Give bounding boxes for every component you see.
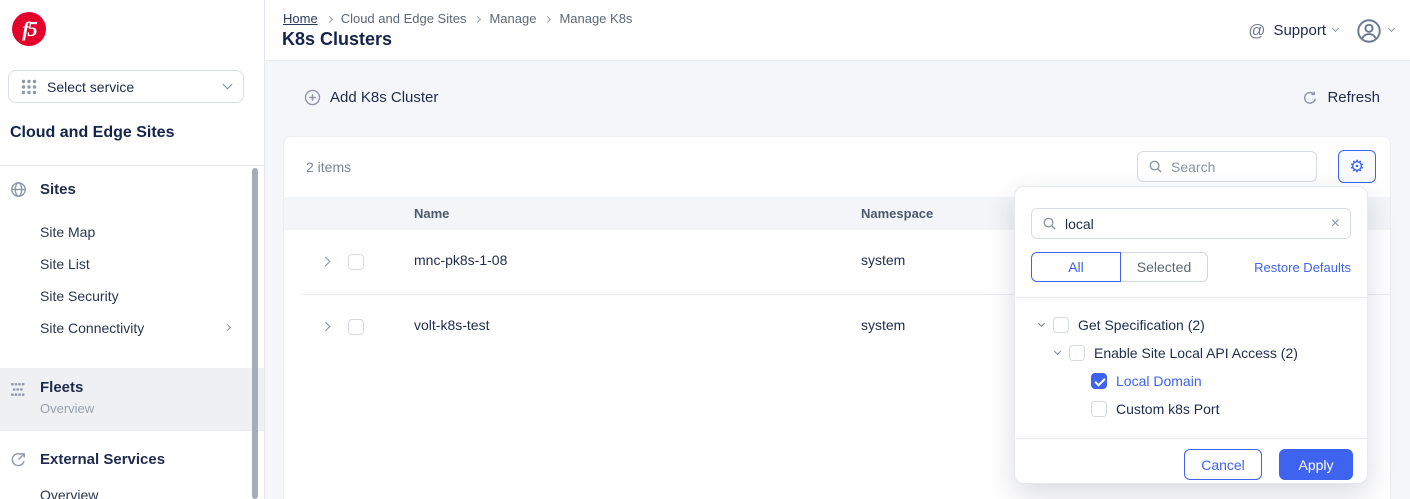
tree-checkbox[interactable]: [1053, 317, 1069, 333]
refresh-button[interactable]: Refresh: [1302, 89, 1380, 106]
divider: [0, 430, 264, 431]
apply-button[interactable]: Apply: [1279, 449, 1353, 480]
sidebar-item-site-list[interactable]: Site List: [40, 256, 90, 272]
cancel-button[interactable]: Cancel: [1184, 449, 1262, 480]
cell-namespace: system: [861, 317, 906, 333]
tree-checkbox-checked[interactable]: [1091, 373, 1107, 389]
row-checkbox[interactable]: [348, 319, 364, 335]
sidebar-scrollbar[interactable]: [252, 168, 258, 499]
chevron-right-icon: [223, 323, 232, 332]
add-k8s-cluster-button[interactable]: Add K8s Cluster: [304, 89, 438, 106]
divider: [1015, 438, 1367, 439]
external-services-icon: [11, 453, 25, 467]
sidebar-item-label: Overview: [40, 487, 99, 499]
tree-checkbox[interactable]: [1091, 401, 1107, 417]
globe-icon: [11, 182, 26, 197]
tree-item-label: Get Specification (2): [1078, 317, 1205, 333]
chevron-down-icon[interactable]: [1331, 24, 1340, 33]
sidebar-section-external-services[interactable]: External Services: [0, 451, 264, 468]
breadcrumb-separator-icon: [474, 15, 482, 23]
sidebar-section-label: Sites: [40, 181, 76, 198]
tree-item-label: Enable Site Local API Access (2): [1094, 345, 1298, 361]
breadcrumb-separator-icon: [325, 15, 333, 23]
breadcrumb: Home Cloud and Edge Sites Manage Manage …: [283, 11, 632, 26]
sidebar-item-site-security[interactable]: Site Security: [40, 288, 119, 304]
restore-defaults-link[interactable]: Restore Defaults: [1254, 260, 1351, 275]
filter-tab-all[interactable]: All: [1031, 252, 1121, 282]
sidebar-item-label: Site Map: [40, 224, 96, 240]
tree-item-custom-k8s-port: Custom k8s Port: [1015, 395, 1367, 423]
add-k8s-cluster-label: Add K8s Cluster: [330, 89, 439, 106]
refresh-icon: [1304, 91, 1317, 104]
column-settings-popup: × All Selected Restore Defaults Get Spec…: [1014, 186, 1368, 484]
column-header-name[interactable]: Name: [414, 197, 449, 230]
clear-search-icon[interactable]: ×: [1331, 215, 1340, 232]
chevron-down-icon[interactable]: [1387, 24, 1396, 33]
popup-search-input[interactable]: [1065, 215, 1323, 232]
table-search: [1137, 151, 1317, 182]
sidebar-item-external-overview[interactable]: Overview: [40, 487, 98, 499]
search-icon: [1149, 160, 1162, 173]
tree-item-label: Custom k8s Port: [1116, 401, 1220, 417]
service-selector-label: Select service: [47, 78, 135, 95]
support-menu[interactable]: Support: [1273, 22, 1326, 39]
tree-item-label: Local Domain: [1116, 373, 1202, 389]
sidebar-section-label: Fleets: [40, 379, 84, 396]
sidebar-item-label: Site Connectivity: [40, 320, 145, 336]
filter-tab-selected[interactable]: Selected: [1120, 252, 1208, 282]
account-avatar[interactable]: [1356, 18, 1382, 44]
sidebar: f5 Select service Cloud and Edge Sites S…: [0, 0, 265, 499]
chevron-down-icon: [222, 79, 233, 90]
column-header-namespace[interactable]: Namespace: [861, 197, 933, 230]
row-expander-icon[interactable]: [320, 256, 331, 267]
gear-icon: ⚙: [1349, 157, 1365, 176]
tree-item-enable-site-local-api-access: Enable Site Local API Access (2): [1015, 339, 1367, 367]
row-expander-icon[interactable]: [320, 321, 331, 332]
table-search-input[interactable]: [1171, 158, 1306, 175]
fleets-icon: [11, 383, 25, 396]
column-tree: Get Specification (2) Enable Site Local …: [1015, 311, 1367, 423]
service-selector[interactable]: Select service: [8, 70, 244, 103]
breadcrumb-item[interactable]: Manage: [489, 11, 536, 26]
cell-name[interactable]: volt-k8s-test: [414, 317, 489, 333]
sidebar-item-label: Site Security: [40, 288, 119, 304]
cell-namespace: system: [861, 252, 906, 268]
tree-checkbox[interactable]: [1069, 345, 1085, 361]
sidebar-item-fleets-overview[interactable]: Overview: [40, 401, 94, 416]
row-checkbox[interactable]: [348, 254, 364, 270]
items-count: 2 items: [306, 159, 352, 175]
refresh-label: Refresh: [1327, 89, 1380, 106]
divider: [1015, 297, 1367, 298]
sidebar-section-label: External Services: [40, 451, 166, 468]
search-icon: [1043, 217, 1056, 230]
breadcrumb-item[interactable]: Cloud and Edge Sites: [341, 11, 467, 26]
sidebar-item-label: Site List: [40, 256, 90, 272]
sidebar-section-sites[interactable]: Sites: [0, 181, 264, 198]
topbar: Home Cloud and Edge Sites Manage Manage …: [265, 0, 1410, 61]
tree-item-local-domain: Local Domain: [1015, 367, 1367, 395]
plus-circle-icon: [304, 89, 321, 106]
sidebar-item-site-map[interactable]: Site Map: [40, 224, 95, 240]
breadcrumb-item-current: Manage K8s: [559, 11, 633, 26]
grid-icon: [21, 79, 37, 94]
cell-name[interactable]: mnc-pk8s-1-08: [414, 252, 507, 268]
breadcrumb-separator-icon: [544, 15, 552, 23]
column-settings-button[interactable]: ⚙: [1338, 150, 1376, 183]
breadcrumb-home[interactable]: Home: [283, 11, 318, 26]
popup-search: ×: [1031, 208, 1351, 239]
sidebar-heading: Cloud and Edge Sites: [10, 124, 175, 141]
support-icon: @: [1248, 20, 1266, 40]
chevron-down-icon[interactable]: [1053, 347, 1062, 355]
chevron-down-icon[interactable]: [1037, 319, 1046, 327]
divider: [0, 165, 264, 166]
sidebar-item-site-connectivity[interactable]: Site Connectivity: [40, 320, 232, 336]
tree-item-get-specification: Get Specification (2): [1015, 311, 1367, 339]
page-title: K8s Clusters: [282, 29, 393, 49]
f5-logo-text: f5: [22, 16, 37, 41]
f5-logo[interactable]: f5: [12, 12, 46, 46]
sidebar-section-fleets[interactable]: Fleets Overview: [0, 368, 264, 430]
